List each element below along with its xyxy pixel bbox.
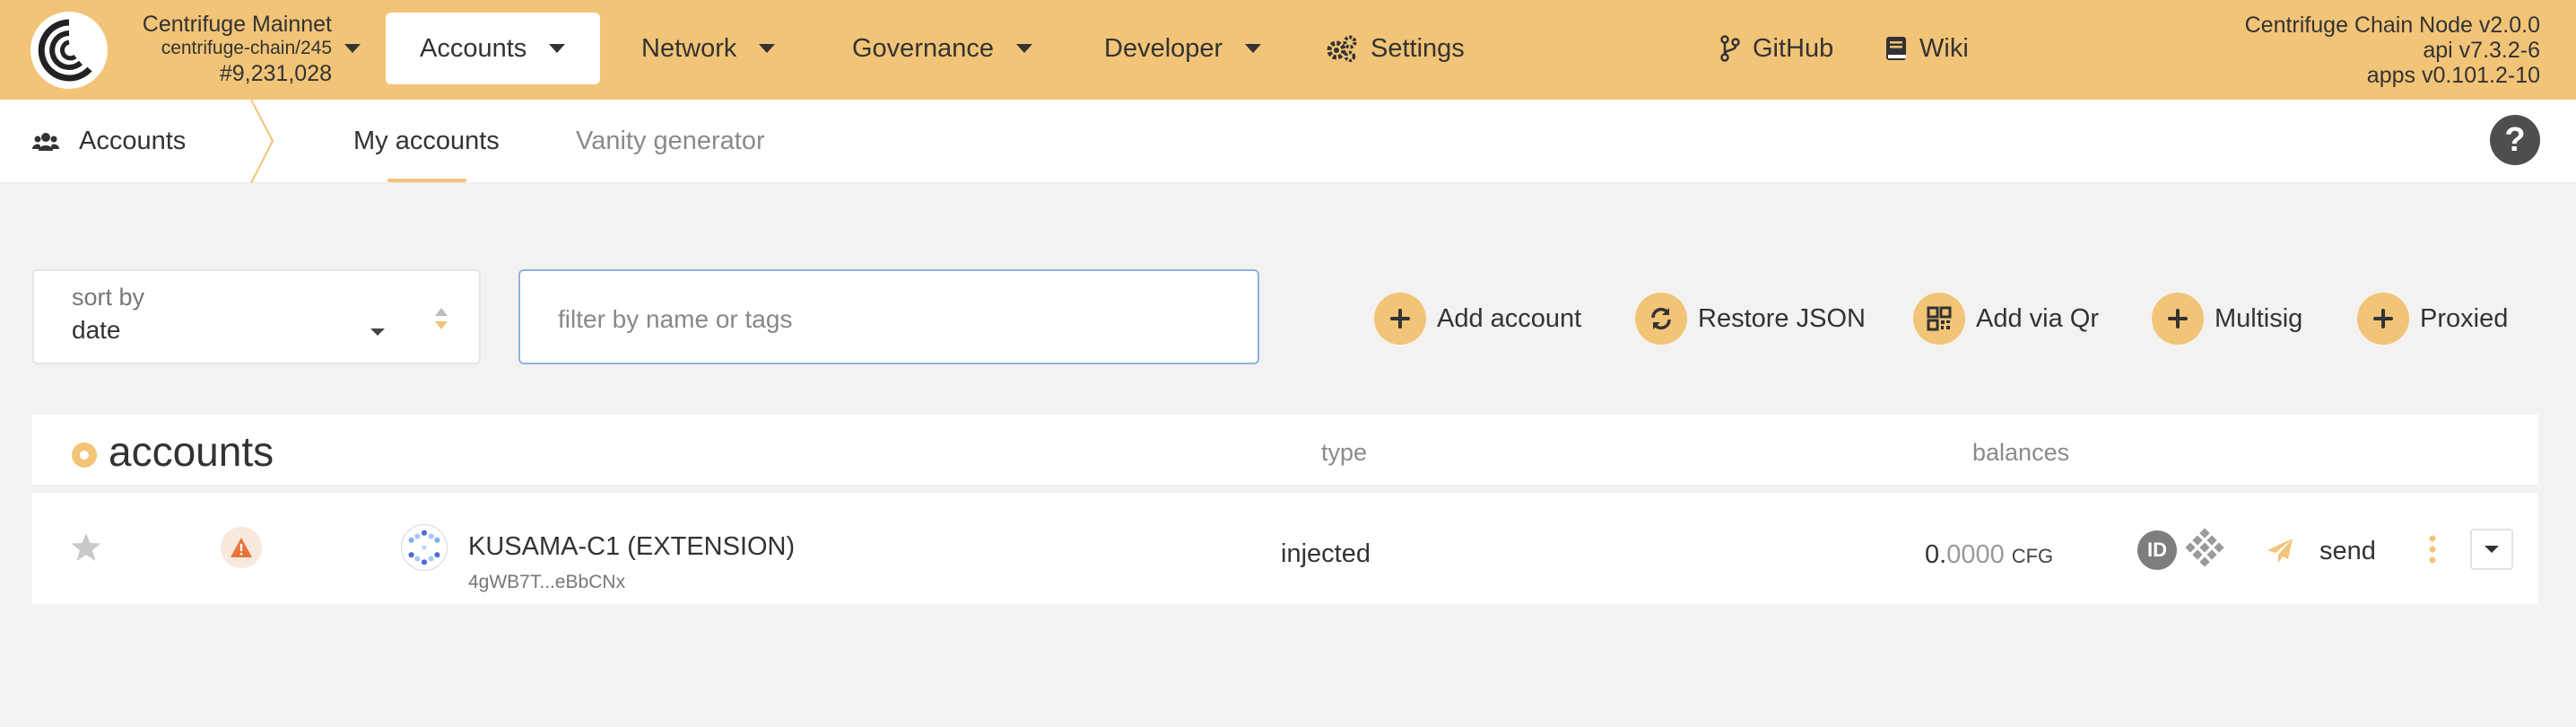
account-identicon[interactable] <box>401 524 448 571</box>
account-type: injected <box>1281 539 1371 568</box>
chain-spec: centrifuge-chain/245 <box>161 38 332 58</box>
button-label: Multisig <box>2215 303 2303 333</box>
nav-github[interactable]: GitHub <box>1686 13 1867 84</box>
more-options-icon[interactable] <box>2427 534 2438 565</box>
add-account-button[interactable]: Add account <box>1374 292 1581 346</box>
nav-label: Settings <box>1371 33 1465 63</box>
nav-label: Governance <box>852 33 994 63</box>
sort-label: sort by <box>72 284 145 311</box>
node-version: Centrifuge Chain Node v2.0.0 <box>2244 13 2540 38</box>
identity-icon[interactable]: ID <box>2137 530 2177 570</box>
qrcode-icon <box>1913 293 1965 345</box>
chevron-down-icon <box>759 44 776 53</box>
nav-settings[interactable]: Settings <box>1292 13 1499 84</box>
button-label: Add account <box>1437 303 1582 333</box>
nav-label: Wiki <box>1919 33 1969 63</box>
column-header-type: type <box>1321 439 1368 466</box>
centrifuge-logo-icon[interactable] <box>30 12 108 89</box>
balance-unit: CFG <box>2011 545 2054 567</box>
users-icon <box>32 132 59 152</box>
node-info: Centrifuge Chain Node v2.0.0 api v7.3.2-… <box>2245 13 2540 88</box>
proxied-button[interactable]: Proxied <box>2357 292 2508 346</box>
polkassembly-icon[interactable] <box>2181 527 2228 574</box>
balance-decimals: 0000 <box>1946 540 2005 569</box>
account-balance[interactable]: 0.0000 CFG <box>1925 540 2053 570</box>
book-icon <box>1885 36 1907 61</box>
nav-label: Developer <box>1104 33 1223 63</box>
tab-label: My accounts <box>353 127 500 155</box>
multisig-button[interactable]: Multisig <box>2152 292 2302 346</box>
send-button[interactable]: send <box>2266 529 2376 574</box>
chevron-down-icon[interactable] <box>344 43 361 54</box>
chevron-down-icon <box>1245 44 1262 53</box>
button-label: Add via Qr <box>1976 303 2099 333</box>
tab-my-accounts[interactable]: My accounts <box>353 100 500 183</box>
nav-label: GitHub <box>1753 33 1834 63</box>
nav-wiki[interactable]: Wiki <box>1851 13 2003 84</box>
sort-dropdown[interactable]: sort by date <box>32 269 481 364</box>
button-label: Proxied <box>2420 303 2509 333</box>
sub-navbar: Accounts My accounts Vanity generator <box>0 100 2576 183</box>
button-label: Restore JSON <box>1698 303 1866 333</box>
plus-icon <box>1374 293 1426 345</box>
sort-value: date <box>72 316 121 344</box>
warning-icon[interactable] <box>221 527 262 568</box>
nav-accounts[interactable]: Accounts <box>386 13 601 84</box>
plus-icon <box>2152 293 2204 345</box>
active-tab-indicator <box>387 179 466 182</box>
section-dot-icon <box>72 442 97 468</box>
api-version: api v7.3.2-6 <box>2423 38 2540 63</box>
code-branch-icon <box>1720 35 1740 62</box>
nav-label: Network <box>641 33 737 63</box>
plus-icon <box>2357 293 2409 345</box>
block-number: #9,231,028 <box>219 61 332 86</box>
chain-name: Centrifuge Mainnet <box>142 12 332 37</box>
nav-governance[interactable]: Governance <box>818 13 1067 84</box>
section-title: Accounts <box>32 100 186 183</box>
sync-icon <box>1635 293 1687 345</box>
sort-order-icon[interactable] <box>432 305 450 332</box>
tab-label: Vanity generator <box>576 127 765 155</box>
paper-plane-icon <box>2266 538 2294 565</box>
table-row: KUSAMA-C1 (EXTENSION) 4gWB7T...eBbCNx in… <box>32 489 2538 604</box>
nav-developer[interactable]: Developer <box>1070 13 1296 84</box>
top-navbar: Centrifuge Mainnet centrifuge-chain/245 … <box>0 0 2576 100</box>
nav-network[interactable]: Network <box>607 13 810 84</box>
balance-integer: 0. <box>1925 540 1947 569</box>
add-via-qr-button[interactable]: Add via Qr <box>1913 292 2099 346</box>
filter-input[interactable] <box>518 269 1259 364</box>
gears-icon <box>1326 35 1358 62</box>
account-address[interactable]: 4gWB7T...eBbCNx <box>468 572 625 593</box>
chevron-down-icon <box>2485 546 2499 553</box>
table-title: accounts <box>109 428 274 475</box>
section-label: Accounts <box>79 127 187 155</box>
expand-row-button[interactable] <box>2470 529 2513 570</box>
account-name[interactable]: KUSAMA-C1 (EXTENSION) <box>468 532 795 562</box>
chevron-down-icon <box>549 44 566 53</box>
chevron-down-icon <box>1016 44 1032 53</box>
nav-label: Accounts <box>420 33 527 63</box>
accounts-table-header: accounts type balances <box>32 415 2538 485</box>
breadcrumb-separator <box>250 100 274 183</box>
restore-json-button[interactable]: Restore JSON <box>1635 292 1866 346</box>
column-header-balances: balances <box>1972 439 2070 466</box>
apps-version: apps v0.101.2-10 <box>2366 63 2540 88</box>
send-label: send <box>2319 536 2376 565</box>
chevron-down-icon <box>370 328 385 336</box>
tab-vanity-generator[interactable]: Vanity generator <box>576 100 765 183</box>
question-circle-icon[interactable]: ? <box>2490 115 2540 165</box>
chain-selector[interactable]: Centrifuge Mainnet centrifuge-chain/245 … <box>126 12 332 87</box>
star-icon[interactable] <box>70 532 102 563</box>
